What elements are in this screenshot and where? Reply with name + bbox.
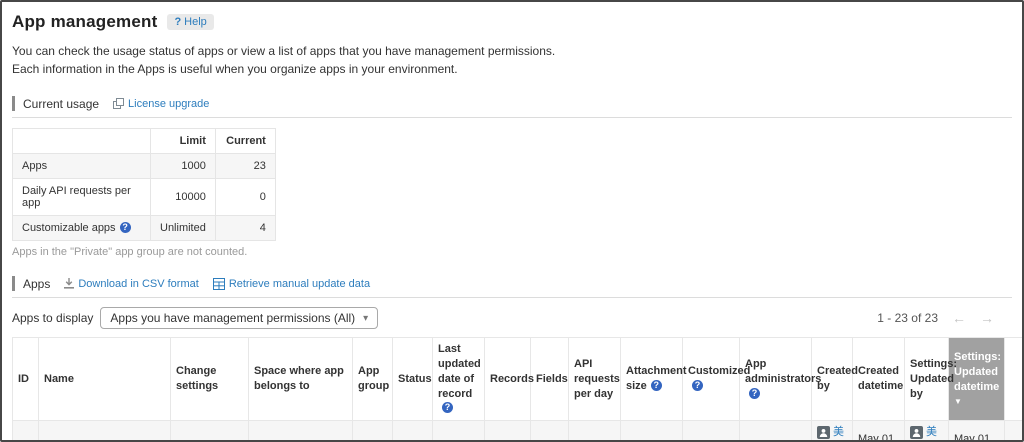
apps-to-display-label: Apps to display xyxy=(12,311,93,325)
records-count: 0 xyxy=(485,421,531,442)
retrieve-data-icon xyxy=(213,278,225,290)
download-csv-link[interactable]: Download in CSV format xyxy=(64,278,198,290)
col-header-app-administrators: App administrators xyxy=(740,338,812,421)
page-description-line1: You can check the usage status of apps o… xyxy=(12,42,1012,60)
license-upgrade-link[interactable]: License upgrade xyxy=(113,98,209,110)
retrieve-manual-update-link[interactable]: Retrieve manual update data xyxy=(213,278,370,290)
col-header-created-by: Created by xyxy=(812,338,853,421)
page-description-line2: Each information in the Apps is useful w… xyxy=(12,60,1012,78)
current-usage-section-header: Current usage License upgrade xyxy=(12,92,1012,118)
sort-descending-icon xyxy=(954,397,999,408)
customized-flag: No xyxy=(683,421,740,442)
apps-table-header-row: ID Name Change settings Space where app … xyxy=(13,338,1024,421)
app-name-cell: System FAQ management xyxy=(39,421,171,442)
help-question-icon: ? xyxy=(174,16,181,28)
usage-header-current: Current xyxy=(215,129,275,154)
help-label: Help xyxy=(184,16,207,28)
delete-app-cell xyxy=(1005,421,1024,442)
usage-limit: 1000 xyxy=(151,154,216,179)
help-icon[interactable] xyxy=(120,222,131,233)
download-icon xyxy=(64,278,74,289)
apps-table: ID Name Change settings Space where app … xyxy=(12,337,1024,442)
private-apps-note: Apps in the "Private" app group are not … xyxy=(12,246,1012,258)
current-usage-title: Current usage xyxy=(23,97,99,111)
app-status: Activated xyxy=(393,421,433,442)
usage-label: Apps xyxy=(13,154,151,179)
col-header-name: Name xyxy=(39,338,171,421)
app-group: Public xyxy=(353,421,393,442)
usage-row-api-requests: Daily API requests per app 10000 0 xyxy=(13,179,276,216)
last-updated-date: May 01, 2025 xyxy=(433,421,485,442)
help-icon[interactable] xyxy=(749,388,760,399)
col-header-created-datetime: Created datetime xyxy=(853,338,905,421)
created-by-cell: 美口佳子 xyxy=(812,421,853,442)
pagination: 1 - 23 of 23 xyxy=(877,310,994,326)
usage-header-empty xyxy=(13,129,151,154)
help-button[interactable]: ? Help xyxy=(167,14,213,30)
col-header-api-requests: API requests per day xyxy=(569,338,621,421)
page-title: App management xyxy=(12,12,157,32)
user-avatar-icon xyxy=(817,426,830,439)
usage-current: 4 xyxy=(215,216,275,241)
created-datetime: May 01, 2025 17:02 xyxy=(853,421,905,442)
api-requests-count: 0 xyxy=(569,421,621,442)
col-header-settings-updated-datetime[interactable]: Settings: Updated datetime xyxy=(949,338,1005,421)
prev-page-button[interactable] xyxy=(952,310,966,326)
col-header-id: ID xyxy=(13,338,39,421)
next-page-button[interactable] xyxy=(980,310,994,326)
usage-label: Customizable apps xyxy=(13,216,151,241)
section-bar xyxy=(12,276,15,291)
col-header-attachment: Attachment size xyxy=(621,338,683,421)
usage-row-customizable-apps: Customizable apps Unlimited 4 xyxy=(13,216,276,241)
usage-row-apps: Apps 1000 23 xyxy=(13,154,276,179)
page-header: App management ? Help xyxy=(12,12,1012,32)
help-icon[interactable] xyxy=(692,380,703,391)
usage-table: Limit Current Apps 1000 23 Daily API req… xyxy=(12,128,276,241)
change-settings-cell xyxy=(171,421,249,442)
section-bar xyxy=(12,96,15,111)
col-header-app-group: App group xyxy=(353,338,393,421)
usage-header-limit: Limit xyxy=(151,129,216,154)
app-id: 28 xyxy=(13,421,39,442)
usage-limit: Unlimited xyxy=(151,216,216,241)
app-administrators: Not retrieved xyxy=(740,421,812,442)
fields-count: 0 xyxy=(531,421,569,442)
col-header-space: Space where app belongs to xyxy=(249,338,353,421)
settings-updated-datetime: May 01, 2025 17:02 xyxy=(949,421,1005,442)
apps-title: Apps xyxy=(23,277,50,291)
app-space: (None) xyxy=(249,421,353,442)
col-header-settings-updated-by: Settings: Updated by xyxy=(905,338,949,421)
col-header-last-updated: Last updated date of record xyxy=(433,338,485,421)
col-header-records: Records xyxy=(485,338,531,421)
usage-label: Daily API requests per app xyxy=(13,179,151,216)
app-row: 28System FAQ management (None)PublicActiv… xyxy=(13,421,1024,442)
apps-filter-select[interactable]: Apps you have management permissions (Al… xyxy=(100,307,378,329)
usage-header-row: Limit Current xyxy=(13,129,276,154)
attachment-size: 0.00 GB xyxy=(621,421,683,442)
external-window-icon xyxy=(113,98,124,109)
settings-updated-by-cell: 美口佳子 xyxy=(905,421,949,442)
apps-section-header: Apps Download in CSV format Retrieve man… xyxy=(12,272,1012,298)
chevron-down-icon xyxy=(363,313,368,324)
help-icon[interactable] xyxy=(651,380,662,391)
pagination-range: 1 - 23 of 23 xyxy=(877,311,938,325)
table-controls: Apps to display Apps you have management… xyxy=(12,307,1012,329)
usage-current: 0 xyxy=(215,179,275,216)
usage-limit: 10000 xyxy=(151,179,216,216)
col-header-delete xyxy=(1005,338,1024,421)
created-by-user-link[interactable]: 美口佳子 xyxy=(833,425,847,442)
help-icon[interactable] xyxy=(442,402,453,413)
settings-updated-by-user-link[interactable]: 美口佳子 xyxy=(926,425,943,442)
usage-current: 23 xyxy=(215,154,275,179)
app-management-page: App management ? Help You can check the … xyxy=(0,0,1024,442)
user-avatar-icon xyxy=(910,426,923,439)
col-header-fields: Fields xyxy=(531,338,569,421)
col-header-customized: Customized xyxy=(683,338,740,421)
col-header-change-settings: Change settings xyxy=(171,338,249,421)
col-header-status: Status xyxy=(393,338,433,421)
